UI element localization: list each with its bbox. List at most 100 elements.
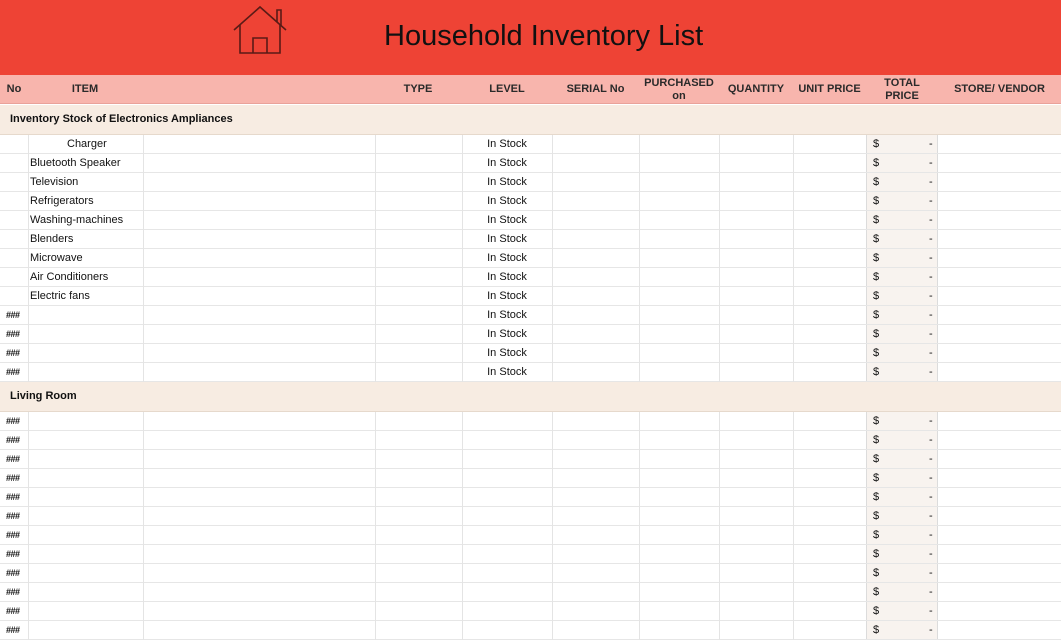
currency-cell[interactable]: $	[873, 249, 879, 267]
total-price-cell[interactable]: -	[929, 488, 933, 506]
currency-cell[interactable]: $	[873, 287, 879, 305]
row-number-cell[interactable]: ###	[6, 488, 20, 506]
total-price-cell[interactable]: -	[929, 363, 933, 381]
table-row[interactable]: ### $ -	[0, 545, 1061, 564]
item-cell[interactable]: Bluetooth Speaker	[30, 154, 121, 172]
table-row[interactable]: ### $ -	[0, 431, 1061, 450]
row-number-cell[interactable]: ###	[6, 507, 20, 525]
total-price-cell[interactable]: -	[929, 431, 933, 449]
table-row[interactable]: Television In Stock $ -	[0, 173, 1061, 192]
currency-cell[interactable]: $	[873, 135, 879, 153]
level-cell[interactable]: In Stock	[462, 306, 552, 324]
total-price-cell[interactable]: -	[929, 526, 933, 544]
currency-cell[interactable]: $	[873, 564, 879, 582]
row-number-cell[interactable]: ###	[6, 545, 20, 563]
column-header-serial[interactable]: SERIAL No	[552, 75, 639, 104]
currency-cell[interactable]: $	[873, 344, 879, 362]
item-cell[interactable]: Microwave	[30, 249, 83, 267]
column-header-quantity[interactable]: QUANTITY	[719, 75, 793, 104]
currency-cell[interactable]: $	[873, 325, 879, 343]
currency-cell[interactable]: $	[873, 431, 879, 449]
total-price-cell[interactable]: -	[929, 325, 933, 343]
row-number-cell[interactable]: ###	[6, 564, 20, 582]
column-header-item[interactable]: ITEM	[40, 75, 130, 104]
table-row[interactable]: ### $ -	[0, 564, 1061, 583]
column-header-level[interactable]: LEVEL	[462, 75, 552, 104]
table-row[interactable]: ### $ -	[0, 583, 1061, 602]
item-cell[interactable]: Blenders	[30, 230, 73, 248]
total-price-cell[interactable]: -	[929, 287, 933, 305]
currency-cell[interactable]: $	[873, 450, 879, 468]
item-cell[interactable]: Charger	[67, 135, 107, 153]
currency-cell[interactable]: $	[873, 173, 879, 191]
level-cell[interactable]: In Stock	[462, 192, 552, 210]
currency-cell[interactable]: $	[873, 545, 879, 563]
column-header-purchased[interactable]: PURCHASED on	[639, 75, 719, 104]
table-row[interactable]: ### In Stock $ -	[0, 325, 1061, 344]
row-number-cell[interactable]: ###	[6, 344, 20, 362]
total-price-cell[interactable]: -	[929, 450, 933, 468]
level-cell[interactable]: In Stock	[462, 363, 552, 381]
table-row[interactable]: ### $ -	[0, 602, 1061, 621]
table-row[interactable]: Air Conditioners In Stock $ -	[0, 268, 1061, 287]
total-price-cell[interactable]: -	[929, 211, 933, 229]
column-header-type[interactable]: TYPE	[375, 75, 461, 104]
table-row[interactable]: ### In Stock $ -	[0, 306, 1061, 325]
total-price-cell[interactable]: -	[929, 564, 933, 582]
currency-cell[interactable]: $	[873, 363, 879, 381]
table-row[interactable]: Washing-machines In Stock $ -	[0, 211, 1061, 230]
total-price-cell[interactable]: -	[929, 545, 933, 563]
currency-cell[interactable]: $	[873, 469, 879, 487]
table-row[interactable]: ### $ -	[0, 507, 1061, 526]
table-row[interactable]: ### $ -	[0, 450, 1061, 469]
table-row[interactable]: Bluetooth Speaker In Stock $ -	[0, 154, 1061, 173]
table-row[interactable]: ### In Stock $ -	[0, 363, 1061, 382]
table-row[interactable]: Blenders In Stock $ -	[0, 230, 1061, 249]
total-price-cell[interactable]: -	[929, 249, 933, 267]
table-row[interactable]: Microwave In Stock $ -	[0, 249, 1061, 268]
total-price-cell[interactable]: -	[929, 602, 933, 620]
currency-cell[interactable]: $	[873, 526, 879, 544]
currency-cell[interactable]: $	[873, 488, 879, 506]
level-cell[interactable]: In Stock	[462, 325, 552, 343]
column-header-total-price[interactable]: TOTAL PRICE	[866, 75, 938, 104]
total-price-cell[interactable]: -	[929, 412, 933, 430]
table-row[interactable]: ### In Stock $ -	[0, 344, 1061, 363]
currency-cell[interactable]: $	[873, 602, 879, 620]
row-number-cell[interactable]: ###	[6, 431, 20, 449]
currency-cell[interactable]: $	[873, 268, 879, 286]
currency-cell[interactable]: $	[873, 621, 879, 639]
level-cell[interactable]: In Stock	[462, 268, 552, 286]
currency-cell[interactable]: $	[873, 583, 879, 601]
row-number-cell[interactable]: ###	[6, 621, 20, 639]
row-number-cell[interactable]: ###	[6, 450, 20, 468]
currency-cell[interactable]: $	[873, 306, 879, 324]
total-price-cell[interactable]: -	[929, 583, 933, 601]
currency-cell[interactable]: $	[873, 211, 879, 229]
column-header-store-vendor[interactable]: STORE/ VENDOR	[938, 75, 1061, 104]
item-cell[interactable]: Air Conditioners	[30, 268, 108, 286]
currency-cell[interactable]: $	[873, 507, 879, 525]
item-cell[interactable]: Electric fans	[30, 287, 90, 305]
table-row[interactable]: ### $ -	[0, 488, 1061, 507]
table-row[interactable]: Refrigerators In Stock $ -	[0, 192, 1061, 211]
row-number-cell[interactable]: ###	[6, 526, 20, 544]
level-cell[interactable]: In Stock	[462, 249, 552, 267]
total-price-cell[interactable]: -	[929, 192, 933, 210]
row-number-cell[interactable]: ###	[6, 363, 20, 381]
total-price-cell[interactable]: -	[929, 154, 933, 172]
total-price-cell[interactable]: -	[929, 306, 933, 324]
row-number-cell[interactable]: ###	[6, 469, 20, 487]
table-row[interactable]: ### $ -	[0, 621, 1061, 640]
row-number-cell[interactable]: ###	[6, 412, 20, 430]
table-row[interactable]: Charger In Stock $ -	[0, 135, 1061, 154]
total-price-cell[interactable]: -	[929, 230, 933, 248]
level-cell[interactable]: In Stock	[462, 287, 552, 305]
item-cell[interactable]: Refrigerators	[30, 192, 94, 210]
level-cell[interactable]: In Stock	[462, 211, 552, 229]
item-cell[interactable]: Washing-machines	[30, 211, 123, 229]
table-row[interactable]: ### $ -	[0, 412, 1061, 431]
currency-cell[interactable]: $	[873, 230, 879, 248]
level-cell[interactable]: In Stock	[462, 230, 552, 248]
total-price-cell[interactable]: -	[929, 268, 933, 286]
